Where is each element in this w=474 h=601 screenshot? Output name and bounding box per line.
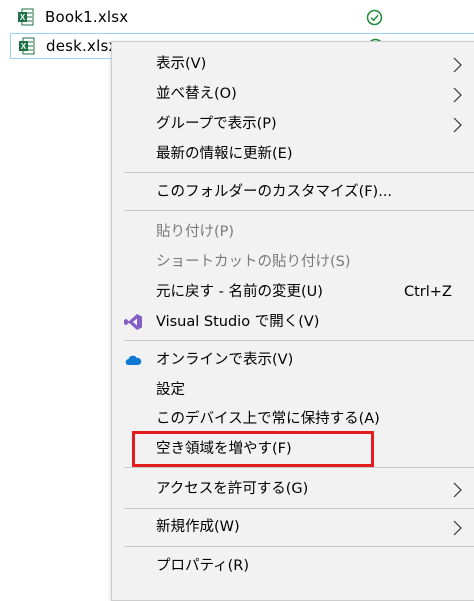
menu-item-label: このフォルダーのカスタマイズ(F)...: [156, 184, 393, 200]
menu-item-undo[interactable]: 元に戻す - 名前の変更(U) Ctrl+Z: [112, 278, 474, 306]
chevron-right-icon: [453, 520, 462, 536]
menu-item-label: 並べ替え(O): [156, 86, 237, 102]
menu-separator: [124, 210, 474, 211]
menu-item-label: 表示(V): [156, 56, 207, 72]
menu-separator: [124, 508, 474, 509]
menu-separator: [124, 340, 474, 341]
svg-text:X: X: [20, 13, 26, 22]
undo-shortcut: Ctrl+Z: [404, 284, 452, 300]
menu-item-label: 貼り付け(P): [156, 224, 235, 240]
menu-item-label: Visual Studio で開く(V): [156, 314, 320, 330]
menu-item-give-access[interactable]: アクセスを許可する(G): [112, 475, 474, 503]
menu-item-refresh[interactable]: 最新の情報に更新(E): [112, 140, 474, 168]
menu-item-label: 設定: [156, 382, 185, 398]
context-menu: 表示(V) 並べ替え(O) グループで表示(P) 最新の情報に更新(E) このフ…: [111, 41, 474, 601]
file-name: Book1.xlsx: [45, 8, 129, 26]
menu-item-sort[interactable]: 並べ替え(O): [112, 80, 474, 108]
menu-item-settings[interactable]: 設定: [112, 376, 474, 404]
menu-item-open-visual-studio[interactable]: Visual Studio で開く(V): [112, 308, 474, 336]
onedrive-cloud-icon: [125, 355, 142, 365]
menu-item-paste-shortcut: ショートカットの貼り付け(S): [112, 248, 474, 276]
menu-item-group[interactable]: グループで表示(P): [112, 110, 474, 138]
excel-file-icon: X: [19, 37, 35, 55]
menu-item-label: グループで表示(P): [156, 116, 277, 132]
menu-item-view-online[interactable]: オンラインで表示(V): [112, 346, 474, 374]
menu-item-label: ショートカットの貼り付け(S): [156, 254, 351, 270]
file-row-book1[interactable]: X Book1.xlsx: [10, 4, 474, 30]
chevron-right-icon: [453, 482, 462, 498]
menu-separator: [124, 172, 474, 173]
excel-file-icon: X: [18, 8, 34, 26]
visual-studio-icon: [124, 314, 142, 330]
synced-check-icon: [366, 9, 383, 25]
menu-separator: [124, 467, 474, 468]
svg-text:X: X: [21, 42, 27, 51]
menu-item-label: 最新の情報に更新(E): [156, 146, 293, 162]
file-name: desk.xlsx: [46, 37, 118, 55]
menu-item-label: このデバイス上で常に保持する(A): [156, 411, 380, 427]
annotation-highlight-box: [132, 431, 374, 467]
menu-item-new[interactable]: 新規作成(W): [112, 513, 474, 541]
chevron-right-icon: [453, 117, 462, 133]
menu-item-label: プロパティ(R): [156, 558, 250, 574]
menu-item-label: 元に戻す - 名前の変更(U): [156, 284, 323, 300]
menu-item-label: オンラインで表示(V): [156, 352, 294, 368]
menu-item-properties[interactable]: プロパティ(R): [112, 552, 474, 580]
menu-item-view[interactable]: 表示(V): [112, 50, 474, 78]
menu-item-customize[interactable]: このフォルダーのカスタマイズ(F)...: [112, 178, 474, 206]
menu-separator: [124, 546, 474, 547]
chevron-right-icon: [453, 87, 462, 103]
menu-item-label: アクセスを許可する(G): [156, 481, 309, 497]
menu-item-keep-on-device[interactable]: このデバイス上で常に保持する(A): [112, 405, 474, 433]
menu-item-paste: 貼り付け(P): [112, 218, 474, 246]
chevron-right-icon: [453, 57, 462, 73]
menu-item-label: 新規作成(W): [156, 519, 240, 535]
